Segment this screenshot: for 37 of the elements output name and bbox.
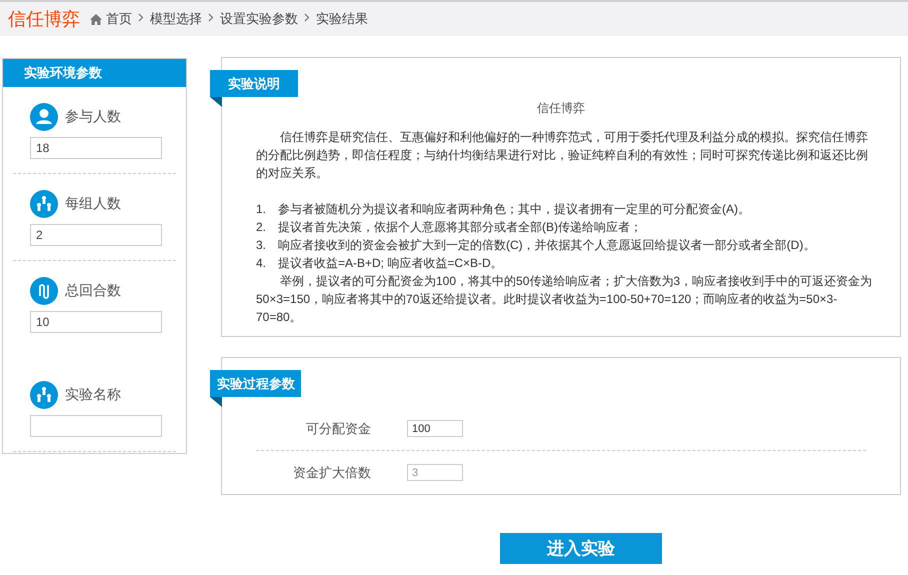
ribbon-fold-icon	[210, 97, 222, 107]
list-number: 3.	[256, 237, 268, 254]
breadcrumb-link[interactable]: 设置实验参数	[220, 10, 298, 28]
field-label: 每组人数	[65, 195, 121, 213]
panel-title: 实验环境参数	[3, 59, 186, 87]
section-ribbon: 实验过程参数	[210, 370, 301, 397]
list-number: 4.	[256, 255, 268, 272]
list-item-text: 提议者首先决策，依据个人意愿将其部分或者全部(B)传递给响应者；	[278, 219, 642, 236]
list-item-text: 参与者被随机分为提议者和响应者两种角色；其中，提议者拥有一定里的可分配资金(A)。	[278, 201, 750, 218]
ribbon-fold-icon	[210, 397, 222, 407]
person-icon	[30, 103, 58, 131]
field-label: 参与人数	[65, 108, 121, 126]
list-number: 2.	[256, 219, 268, 236]
app-logo: 信任博弈	[8, 8, 80, 31]
breadcrumb-link[interactable]: 模型选择	[150, 10, 202, 28]
input-field[interactable]: 2	[30, 224, 162, 246]
input-field[interactable]	[30, 415, 162, 437]
paperclip-icon	[30, 277, 58, 305]
input-field[interactable]: 10	[30, 311, 162, 333]
description-paragraph: 举例，提议者的可分配资金为100，将其中的50传递给响应者；扩大倍数为3，响应者接收到手中的可返还资金为50×3=150，响应者将其中的70返还给提议者。此时提议者收益为=100-50+70=120；而响应者的收益为=50×3-70=80。	[256, 273, 874, 326]
description-paragraph: 信任博弈是研究信任、互惠偏好和利他偏好的一种博弈范式，可用于委托代理及利益分成的模拟。探究信任博弈的分配比例趋势，即信任程度；与纳什均衡结果进行对比，验证纯粹自利的有效性；同时可探究传递比例和返还比例的对应关系。	[256, 129, 869, 182]
list-item-text: 响应者接收到的资金会被扩大到一定的倍数(C)，并依据其个人意愿返回给提议者一部分或者全部(D)。	[278, 237, 816, 254]
field-label: 可分配资金	[305, 420, 371, 438]
list-item-text: 提议者收益=A-B+D; 响应者收益=C×B-D。	[278, 255, 503, 272]
field-label: 资金扩大倍数	[292, 464, 371, 482]
home-icon	[90, 14, 102, 24]
description-title: 信任博弈	[537, 100, 585, 117]
breadcrumb-link[interactable]: 实验结果	[316, 10, 368, 28]
group-icon	[30, 381, 58, 409]
breadcrumb-link[interactable]: 首页	[106, 10, 132, 28]
section-ribbon: 实验说明	[210, 70, 298, 97]
field-label: 实验名称	[65, 386, 121, 404]
input-field[interactable]: 18	[30, 137, 162, 159]
group-icon	[30, 190, 58, 218]
field-label: 总回合数	[65, 282, 121, 300]
list-number: 1.	[256, 201, 268, 218]
input-field[interactable]: 100	[407, 420, 463, 437]
